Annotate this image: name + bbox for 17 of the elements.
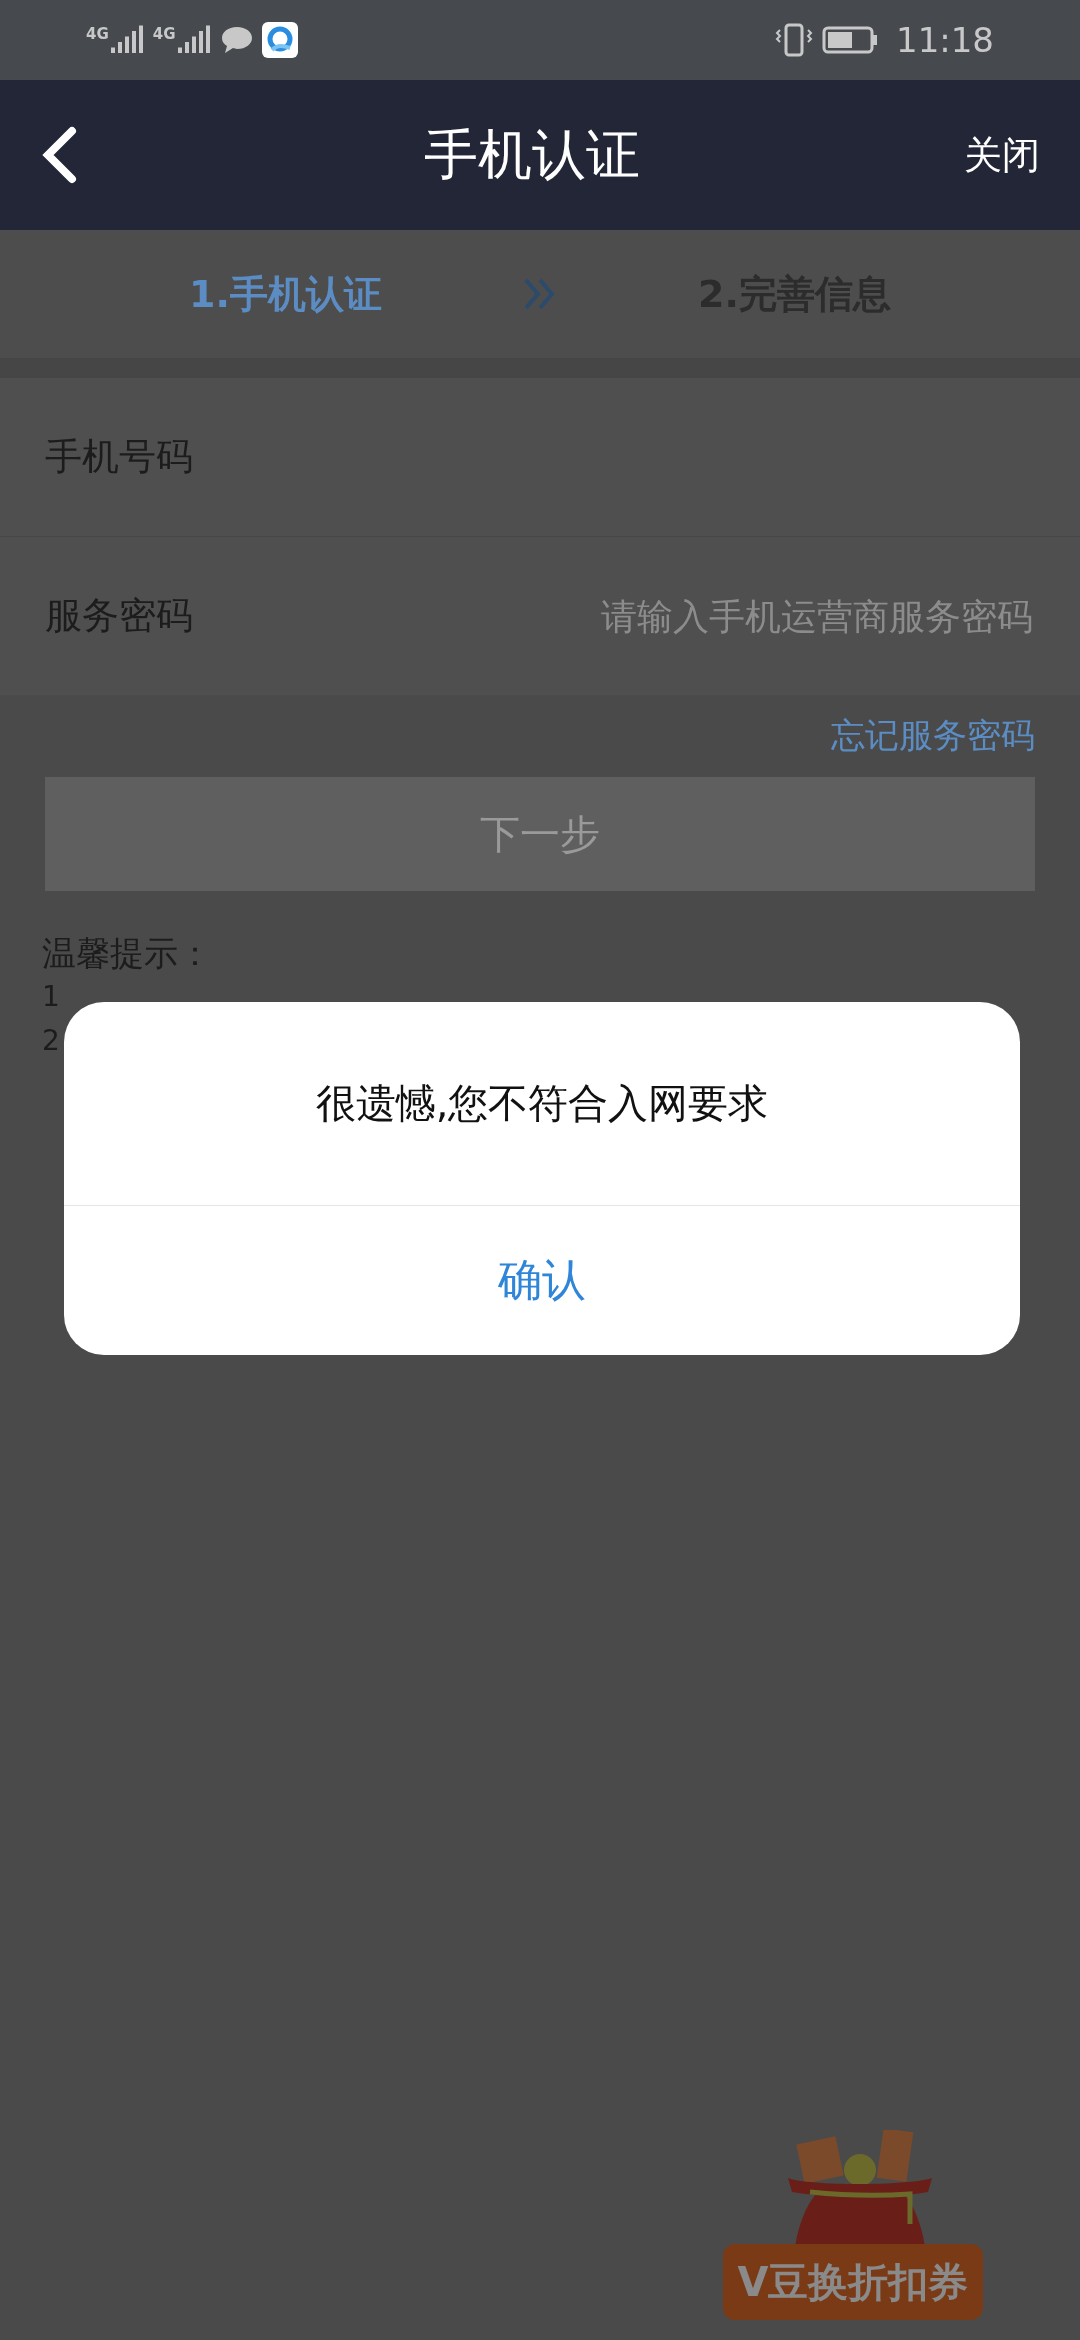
battery-icon: [822, 26, 878, 54]
app-icon: [261, 22, 298, 58]
vibrate-icon: [774, 22, 814, 58]
page-title: 手机认证: [424, 121, 640, 188]
signal-icon: [110, 25, 145, 55]
step-label: 1.手机认证: [189, 270, 382, 318]
promo-button[interactable]: V豆换折扣券: [723, 2244, 983, 2320]
confirm-button[interactable]: 确认: [64, 1206, 1020, 1355]
close-button[interactable]: 关闭: [964, 129, 1040, 181]
dialog-message: 很遗憾,您不符合入网要求: [315, 1079, 769, 1128]
network-type-label: 4G: [152, 25, 176, 43]
signal-icon: [177, 25, 212, 55]
chat-icon: [219, 25, 254, 55]
input-field[interactable]: 请输入手机运营商服务密码: [471, 594, 1035, 638]
clock-time: 11:18: [896, 20, 994, 60]
forgot-password-link[interactable]: 忘记服务密码: [831, 713, 1035, 759]
network-type-label: 4G: [86, 25, 109, 43]
